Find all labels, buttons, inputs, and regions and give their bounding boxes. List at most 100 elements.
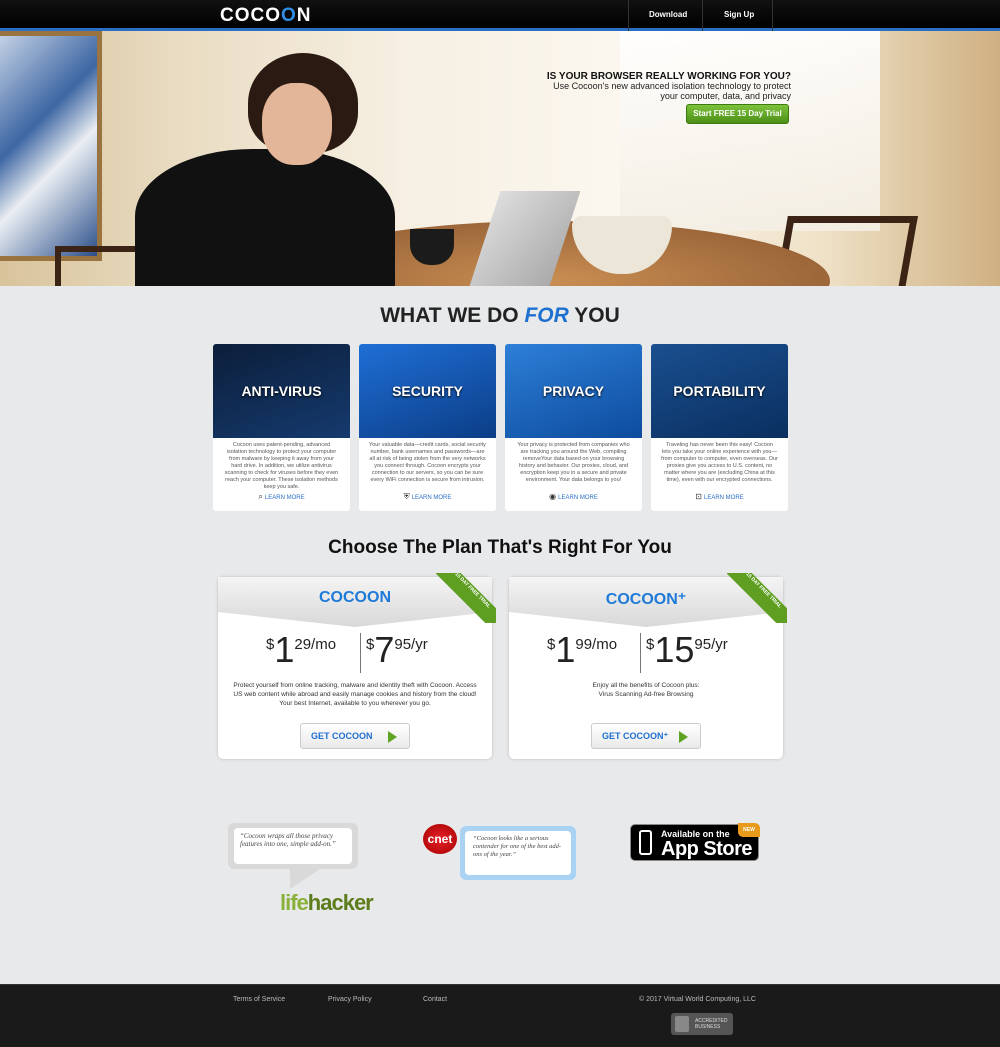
button-label: GET COCOON: [311, 731, 373, 741]
hero-banner: IS YOUR BROWSER REALLY WORKING FOR YOU? …: [0, 31, 1000, 286]
feature-title: ANTI-VIRUS: [241, 383, 322, 399]
nav-signup-link[interactable]: Sign Up: [724, 10, 754, 19]
logo-part: N: [296, 5, 312, 26]
footer: Terms of Service Privacy Policy Contact …: [0, 984, 1000, 1047]
cnet-logo[interactable]: cnet: [423, 824, 457, 854]
feature-title: PORTABILITY: [673, 383, 766, 399]
footer-copyright: © 2017 Virtual World Computing, LLC: [639, 996, 756, 1003]
price-divider: [360, 633, 361, 673]
yearly-price: $7 95/yr: [366, 632, 428, 677]
lifehacker-quote: “Cocoon wraps all those privacy features…: [234, 828, 352, 864]
feature-title: SECURITY: [392, 383, 463, 399]
top-nav: COCOON Download Sign Up: [0, 0, 1000, 31]
feature-card-privacy: PRIVACY Your privacy is protected from c…: [505, 344, 642, 511]
new-badge: NEW: [738, 823, 760, 837]
logo-part-accent: O: [281, 5, 297, 26]
price-dollars: 15: [654, 629, 695, 670]
price-divider: [640, 633, 641, 673]
price-cents-period: 99/mo: [575, 636, 618, 653]
section-title: WHAT WE DO FOR YOU: [0, 304, 1000, 328]
price-dollars: 7: [374, 629, 395, 670]
nav-divider: [772, 0, 773, 31]
get-cocoon-plus-button[interactable]: GET COCOON⁺: [591, 723, 701, 749]
plan-card-cocoon: COCOON 15 DAY FREE TRIAL $1 29/mo $7 95/yr…: [218, 573, 496, 759]
price-cents-period: 95/yr: [694, 636, 728, 653]
get-cocoon-button[interactable]: GET COCOON: [300, 723, 410, 749]
learn-more-label: LEARN MORE: [411, 495, 452, 501]
bubble-tail: [290, 869, 320, 889]
feature-text: Your valuable data—credit cards, social …: [369, 442, 486, 483]
price-dollars: 1: [274, 629, 295, 670]
bbb-label: ACCREDITED BUSINESS: [695, 1018, 728, 1030]
feature-text: Traveling has never been this easy! Coco…: [661, 442, 778, 483]
price-cents-period: 29/mo: [294, 636, 337, 653]
learn-more-link[interactable]: ⛨ LEARN MORE: [359, 492, 496, 502]
bbb-logo-icon: [675, 1016, 689, 1032]
trial-ribbon: 15 DAY FREE TRIAL: [436, 573, 496, 623]
cnet-quote-bubble: “Cocoon looks like a serious contender f…: [460, 826, 576, 880]
monthly-price: $1 99/mo: [547, 632, 617, 677]
cnet-quote: “Cocoon looks like a serious contender f…: [465, 831, 571, 875]
learn-more-link[interactable]: ⌕ LEARN MORE: [213, 492, 350, 502]
learn-more-label: LEARN MORE: [558, 495, 598, 501]
feature-text: Your privacy is protected from companies…: [517, 442, 630, 483]
price-currency: $: [366, 636, 375, 653]
lifehacker-quote-bubble: “Cocoon wraps all those privacy features…: [228, 823, 358, 869]
feature-image: PORTABILITY: [651, 344, 788, 438]
yearly-price: $15 95/yr: [646, 632, 728, 677]
ribbon-text: 15 DAY FREE TRIAL: [436, 573, 496, 623]
nav-divider: [702, 0, 703, 31]
title-part: YOU: [574, 304, 620, 327]
plan-description: Enjoy all the benefits of Cocoon plus: V…: [592, 682, 700, 698]
price-dollars: 1: [555, 629, 576, 670]
title-part: WHAT WE DO: [380, 304, 519, 327]
footer-contact-link[interactable]: Contact: [423, 996, 447, 1003]
shield-icon: ⛨: [403, 492, 410, 501]
magnifier-icon: ⌕: [258, 492, 263, 501]
plan-card-cocoon-plus: COCOON⁺ 15 DAY FREE TRIAL $1 99/mo $15 95/…: [509, 573, 787, 759]
iphone-icon: [639, 830, 652, 855]
plans-title: Choose The Plan That's Right For You: [328, 537, 672, 558]
logo-part: COCO: [220, 5, 281, 26]
footer-terms-link[interactable]: Terms of Service: [233, 996, 285, 1003]
lifehacker-logo[interactable]: lifehacker: [280, 890, 374, 916]
learn-more-link[interactable]: ⊡ LEARN MORE: [651, 492, 788, 501]
learn-more-label: LEARN MORE: [704, 495, 744, 501]
laptop-icon: ⊡: [695, 492, 702, 501]
button-label: GET COCOON⁺: [602, 731, 669, 741]
app-store-badge[interactable]: Available on the App Store NEW: [630, 823, 760, 861]
logo-part: hacker: [307, 890, 374, 915]
footer-privacy-link[interactable]: Privacy Policy: [328, 996, 372, 1003]
hero-chair: [55, 246, 145, 286]
nav-divider: [628, 0, 629, 31]
price-currency: $: [547, 636, 556, 653]
feature-card-security: SECURITY Your valuable data—credit cards…: [359, 344, 496, 511]
feature-card-portability: PORTABILITY Traveling has never been thi…: [651, 344, 788, 511]
price-currency: $: [266, 636, 275, 653]
feature-image: PRIVACY: [505, 344, 642, 438]
cocoon-logo[interactable]: COCOON: [220, 5, 312, 27]
feature-image: ANTI-VIRUS: [213, 344, 350, 438]
feature-image: SECURITY: [359, 344, 496, 438]
logo-part: life: [280, 890, 309, 915]
plan-description: Protect yourself from online tracking, m…: [233, 682, 477, 707]
feature-card-antivirus: ANTI-VIRUS Cocoon uses patent-pending, a…: [213, 344, 350, 511]
eye-icon: ◉: [549, 492, 557, 501]
hero-woman-face: [262, 83, 332, 165]
bbb-badge[interactable]: ACCREDITED BUSINESS: [671, 1013, 733, 1035]
hero-cup: [410, 229, 454, 265]
start-trial-button[interactable]: Start FREE 15 Day Trial: [686, 104, 789, 124]
hero-woman-body: [135, 149, 395, 286]
learn-more-link[interactable]: ◉ LEARN MORE: [505, 492, 642, 501]
nav-download-link[interactable]: Download: [649, 10, 687, 19]
ribbon-text: 15 DAY FREE TRIAL: [727, 573, 787, 623]
feature-title: PRIVACY: [542, 383, 605, 399]
app-store-title: App Store: [661, 838, 753, 860]
arrow-right-icon: [388, 731, 397, 743]
hero-painting: [0, 31, 102, 261]
monthly-price: $1 29/mo: [266, 632, 336, 677]
price-cents-period: 95/yr: [394, 636, 428, 653]
trial-ribbon: 15 DAY FREE TRIAL: [727, 573, 787, 623]
title-emphasis: FOR: [524, 304, 569, 327]
learn-more-label: LEARN MORE: [264, 495, 305, 501]
